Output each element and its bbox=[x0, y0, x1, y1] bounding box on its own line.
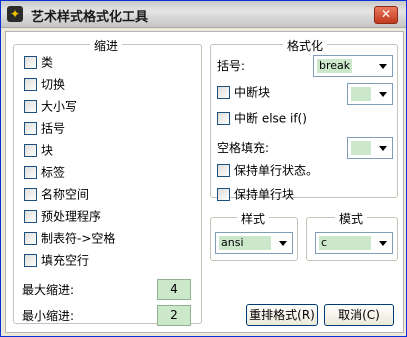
min-indent-field[interactable]: 2 bbox=[157, 305, 191, 326]
space-pad-value bbox=[351, 141, 371, 155]
dialog-body: 缩进 类 切换 大小写 括号 块 标签 名称空间 预处理程序 制表符->空格 填… bbox=[5, 31, 404, 333]
checkbox-switch[interactable]: 切换 bbox=[24, 77, 65, 93]
checkbox-label: 中断块 bbox=[234, 85, 271, 100]
checkbox-brackets[interactable]: 括号 bbox=[24, 121, 65, 137]
space-pad-combo[interactable] bbox=[347, 137, 393, 159]
checkbox-break-elseif[interactable]: 中断 else if() bbox=[217, 111, 307, 127]
checkbox-label: 保持单行块 bbox=[234, 187, 295, 202]
checkbox-box[interactable] bbox=[24, 188, 37, 201]
chevron-down-icon[interactable] bbox=[375, 234, 391, 252]
checkbox-label: 括号 bbox=[41, 121, 66, 136]
checkbox-label: 块 bbox=[41, 143, 54, 158]
checkbox-label: 大小写 bbox=[41, 99, 78, 114]
chevron-down-icon[interactable] bbox=[375, 57, 391, 75]
checkbox-box[interactable] bbox=[24, 144, 37, 157]
checkbox-label: 中断 else if() bbox=[234, 111, 307, 126]
break-block-combo[interactable] bbox=[347, 83, 393, 105]
checkbox-box[interactable] bbox=[217, 188, 230, 201]
checkbox-fill-empty-lines[interactable]: 填充空行 bbox=[24, 253, 89, 269]
chevron-down-icon[interactable] bbox=[275, 234, 291, 252]
reformat-button[interactable]: 重排格式(R) bbox=[246, 304, 318, 326]
checkbox-keep-oneline-statements[interactable]: 保持单行状态。 bbox=[217, 163, 318, 179]
checkbox-box[interactable] bbox=[24, 254, 37, 267]
chevron-down-icon[interactable] bbox=[375, 85, 391, 103]
checkbox-label: 保持单行状态。 bbox=[234, 163, 319, 178]
max-indent-field[interactable]: 4 bbox=[157, 279, 191, 300]
checkbox-case[interactable]: 大小写 bbox=[24, 99, 77, 115]
checkbox-box[interactable] bbox=[217, 164, 230, 177]
checkbox-box[interactable] bbox=[24, 166, 37, 179]
bracket-combo[interactable]: break bbox=[313, 55, 393, 77]
checkbox-box[interactable] bbox=[24, 56, 37, 69]
chevron-down-icon[interactable] bbox=[375, 139, 391, 157]
app-icon: ✦ bbox=[7, 6, 23, 22]
checkbox-box[interactable] bbox=[24, 100, 37, 113]
checkbox-preprocessor[interactable]: 预处理程序 bbox=[24, 209, 101, 225]
format-legend: 格式化 bbox=[283, 37, 328, 54]
style-combo[interactable]: ansi bbox=[215, 232, 293, 254]
bracket-label: 括号: bbox=[217, 59, 246, 73]
checkbox-break-block[interactable]: 中断块 bbox=[217, 85, 270, 101]
style-legend: 样式 bbox=[237, 210, 270, 227]
checkbox-keep-oneline-blocks[interactable]: 保持单行块 bbox=[217, 187, 294, 203]
max-indent-label: 最大缩进: bbox=[22, 283, 75, 297]
mode-legend: 模式 bbox=[335, 210, 368, 227]
checkbox-label: 名称空间 bbox=[41, 187, 90, 202]
mode-group: 模式 c bbox=[306, 210, 398, 261]
indent-group: 缩进 类 切换 大小写 括号 块 标签 名称空间 预处理程序 制表符->空格 填… bbox=[13, 37, 202, 326]
checkbox-tab-to-space[interactable]: 制表符->空格 bbox=[24, 231, 115, 247]
checkbox-box[interactable] bbox=[217, 86, 230, 99]
checkbox-label: 制表符->空格 bbox=[41, 231, 116, 246]
checkbox-labels[interactable]: 标签 bbox=[24, 165, 65, 181]
cancel-button[interactable]: 取消(C) bbox=[324, 304, 394, 326]
window-title: 艺术样式格式化工具 bbox=[31, 10, 149, 25]
style-group: 样式 ansi bbox=[210, 210, 298, 261]
checkbox-box[interactable] bbox=[24, 210, 37, 223]
checkbox-block[interactable]: 块 bbox=[24, 143, 53, 159]
checkbox-label: 类 bbox=[41, 55, 54, 70]
break-block-value bbox=[351, 87, 371, 101]
mode-value: c bbox=[319, 236, 371, 250]
style-value: ansi bbox=[219, 236, 271, 250]
checkbox-box[interactable] bbox=[24, 78, 37, 91]
bracket-value: break bbox=[317, 59, 353, 73]
space-pad-label: 空格填充: bbox=[217, 141, 270, 155]
checkbox-namespace[interactable]: 名称空间 bbox=[24, 187, 89, 203]
checkbox-box[interactable] bbox=[217, 112, 230, 125]
mode-combo[interactable]: c bbox=[315, 232, 393, 254]
checkbox-label: 切换 bbox=[41, 77, 66, 92]
format-group: 格式化 括号: break 中断块 中断 else if() 空格填充: 保持单… bbox=[210, 37, 398, 202]
title-bar[interactable]: ✦ 艺术样式格式化工具 ✕ bbox=[1, 1, 406, 28]
checkbox-class[interactable]: 类 bbox=[24, 55, 53, 71]
checkbox-box[interactable] bbox=[24, 122, 37, 135]
checkbox-box[interactable] bbox=[24, 232, 37, 245]
dialog-window: ✦ 艺术样式格式化工具 ✕ 缩进 类 切换 大小写 括号 块 标签 名称空间 预… bbox=[0, 0, 407, 337]
checkbox-label: 填充空行 bbox=[41, 253, 90, 268]
checkbox-label: 预处理程序 bbox=[41, 209, 102, 224]
min-indent-label: 最小缩进: bbox=[22, 309, 75, 323]
checkbox-label: 标签 bbox=[41, 165, 66, 180]
close-icon[interactable]: ✕ bbox=[374, 6, 398, 24]
indent-legend: 缩进 bbox=[90, 37, 123, 54]
